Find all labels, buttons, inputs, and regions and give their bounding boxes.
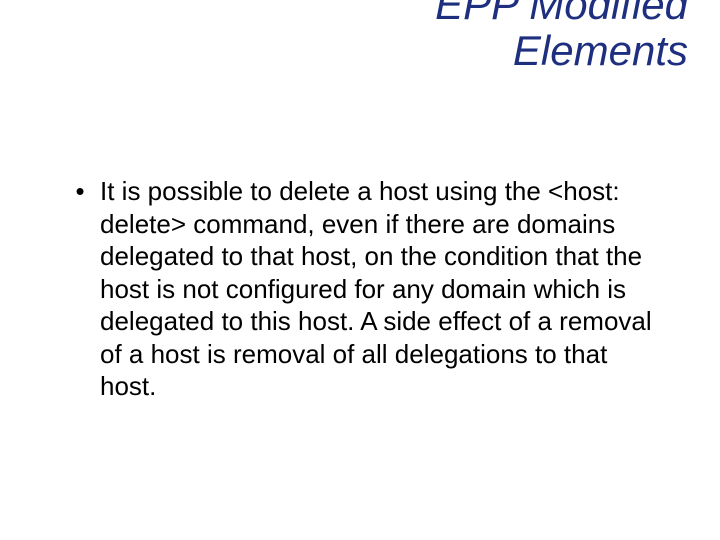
bullet-item: • It is possible to delete a host using … — [60, 175, 660, 403]
title-line-2: Elements — [513, 27, 688, 74]
title-line-1: EPP Modified — [435, 0, 688, 28]
slide-title: EPP Modified Elements — [435, 0, 688, 74]
bullet-marker: • — [60, 175, 100, 208]
bullet-text: It is possible to delete a host using th… — [100, 175, 660, 403]
slide-content: • It is possible to delete a host using … — [60, 175, 660, 403]
